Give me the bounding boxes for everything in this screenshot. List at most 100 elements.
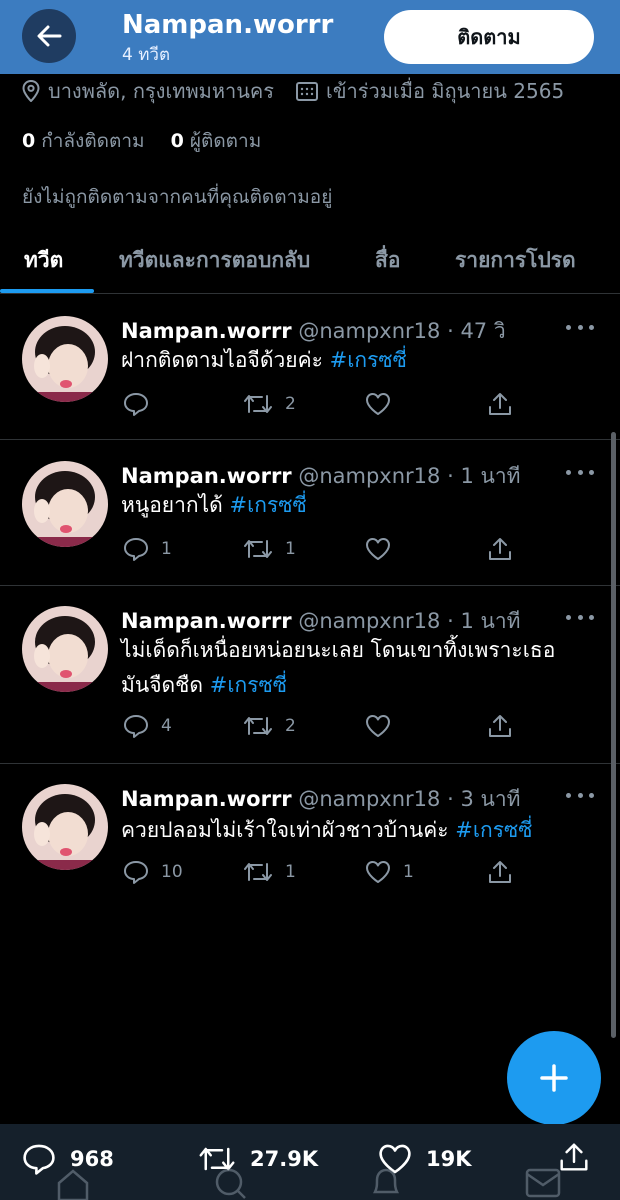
more-icon[interactable]	[566, 612, 594, 622]
tweet-item[interactable]: Nampan.worrr @nampxnr18 · 1 นาที หนูอยาก…	[0, 440, 620, 586]
home-icon[interactable]	[56, 1166, 90, 1200]
back-arrow-icon	[37, 25, 62, 47]
reply-button[interactable]: 10	[123, 857, 183, 887]
retweet-button[interactable]: 2	[243, 389, 296, 419]
follow-button[interactable]: ติดตาม	[384, 10, 594, 64]
tab-likes[interactable]: รายการโปรด	[455, 244, 576, 277]
like-button[interactable]	[365, 389, 403, 419]
tweet-header: Nampan.worrr @nampxnr18 · 3 นาที	[121, 783, 520, 816]
like-count: 1	[403, 862, 414, 882]
reply-icon	[124, 861, 148, 884]
location-pin-icon	[22, 80, 40, 102]
reply-count: 1	[161, 539, 172, 559]
retweet-icon	[244, 717, 272, 735]
avatar[interactable]	[22, 316, 108, 402]
retweet-button[interactable]: 1	[243, 857, 296, 887]
retweet-count: 2	[285, 716, 296, 736]
reply-icon	[124, 715, 148, 738]
tweet-actions: 2	[121, 389, 521, 419]
tweet-text: หนูอยากได้ #เกรซซี่	[121, 488, 591, 523]
reply-icon	[124, 393, 148, 416]
share-button[interactable]	[558, 1140, 590, 1174]
avatar[interactable]	[22, 461, 108, 547]
retweet-icon	[244, 395, 272, 413]
search-icon[interactable]	[212, 1166, 248, 1200]
compose-tweet-button[interactable]	[507, 1031, 601, 1125]
active-tab-indicator	[0, 289, 94, 293]
tweet-text: ไม่เด็ดก็เหนื่อยหน่อยนะเลย โดนเขาทิ้งเพร…	[121, 633, 571, 703]
hashtag-link[interactable]: #เกรซซี่	[210, 673, 287, 697]
hashtag-link[interactable]: #เกรซซี่	[455, 818, 532, 842]
like-button[interactable]	[365, 711, 403, 741]
hashtag-link[interactable]: #เกรซซี่	[230, 493, 307, 517]
tab-tweets-replies[interactable]: ทวีตและการตอบกลับ	[119, 244, 310, 277]
retweet-count: 1	[285, 862, 296, 882]
profile-tabs: ทวีต ทวีตและการตอบกลับ สื่อ รายการโปรด	[0, 228, 620, 294]
more-icon[interactable]	[566, 467, 594, 477]
tweet-actions: 10 1 1	[121, 857, 521, 887]
like-icon	[366, 715, 390, 737]
scrollbar[interactable]	[611, 432, 616, 1038]
like-icon	[366, 393, 390, 415]
avatar[interactable]	[22, 606, 108, 692]
share-icon	[489, 538, 511, 560]
tweet-author-handle: @nampxnr18	[298, 319, 441, 343]
tweet-author-name[interactable]: Nampan.worrr	[121, 609, 292, 633]
tweet-actions: 1 1	[121, 534, 521, 564]
tweet-count: 4 ทวีต	[122, 45, 171, 65]
tweet-author-handle: @nampxnr18	[298, 609, 441, 633]
retweet-button[interactable]: 1	[243, 534, 296, 564]
plus-icon	[540, 1064, 568, 1092]
followers-link[interactable]: 0 ผู้ติดตาม	[171, 130, 262, 152]
tab-media[interactable]: สื่อ	[375, 244, 400, 277]
reply-button[interactable]	[123, 389, 161, 419]
tweet-item[interactable]: Nampan.worrr @nampxnr18 · 1 นาที ไม่เด็ด…	[0, 586, 620, 764]
reply-button[interactable]: 1	[123, 534, 172, 564]
tweet-author-handle: @nampxnr18	[298, 464, 441, 488]
tweet-text: ควยปลอมไม่เร้าใจเท่าผัวชาวบ้านค่ะ #เกรซซ…	[121, 813, 591, 848]
share-button[interactable]	[487, 534, 513, 564]
tweet-body: หนูอยากได้	[121, 493, 223, 517]
tab-tweets[interactable]: ทวีต	[24, 244, 63, 277]
retweet-icon	[244, 863, 272, 881]
share-button[interactable]	[487, 389, 513, 419]
hashtag-link[interactable]: #เกรซซี่	[330, 348, 407, 372]
share-button[interactable]	[487, 857, 513, 887]
profile-header: Nampan.worrr 4 ทวีต ติดตาม	[0, 0, 620, 74]
following-label: กำลังติดตาม	[41, 130, 145, 152]
total-retweets-count: 27.9K	[250, 1147, 319, 1171]
followers-label: ผู้ติดตาม	[189, 130, 262, 152]
retweet-icon	[244, 540, 272, 558]
tweet-author-name[interactable]: Nampan.worrr	[121, 787, 292, 811]
tweet-time: · 47 วิ	[447, 319, 506, 343]
profile-meta: บางพลัด, กรุงเทพมหานคร เข้าร่วมเมื่อ มิถ…	[22, 76, 564, 106]
following-link[interactable]: 0 กำลังติดตาม	[22, 130, 145, 152]
back-button[interactable]	[22, 9, 76, 63]
like-button[interactable]: 1	[365, 857, 414, 887]
like-icon	[366, 861, 390, 883]
reply-icon	[23, 1144, 55, 1175]
tweet-item[interactable]: Nampan.worrr @nampxnr18 · 3 นาที ควยปลอม…	[0, 764, 620, 910]
avatar[interactable]	[22, 784, 108, 870]
retweet-count: 1	[285, 539, 296, 559]
tweet-item[interactable]: Nampan.worrr @nampxnr18 · 47 วิ ฝากติดตา…	[0, 295, 620, 440]
share-button[interactable]	[487, 711, 513, 741]
tweet-author-handle: @nampxnr18	[298, 787, 441, 811]
bell-icon[interactable]	[369, 1166, 403, 1200]
share-icon	[489, 393, 511, 415]
followers-count: 0	[170, 130, 184, 152]
more-icon[interactable]	[566, 790, 594, 800]
tweet-author-name[interactable]: Nampan.worrr	[121, 464, 292, 488]
reply-count: 10	[161, 862, 183, 882]
share-icon	[489, 715, 511, 737]
more-icon[interactable]	[566, 322, 594, 332]
like-icon	[366, 538, 390, 560]
profile-name: Nampan.worrr	[122, 10, 334, 40]
tweet-body: ฝากติดตามไอจีด้วยค่ะ	[121, 348, 323, 372]
retweet-button[interactable]: 2	[243, 711, 296, 741]
tweet-time: · 1 นาที	[447, 609, 521, 633]
reply-button[interactable]: 4	[123, 711, 172, 741]
mail-icon[interactable]	[525, 1166, 561, 1200]
tweet-author-name[interactable]: Nampan.worrr	[121, 319, 292, 343]
like-button[interactable]	[365, 534, 403, 564]
